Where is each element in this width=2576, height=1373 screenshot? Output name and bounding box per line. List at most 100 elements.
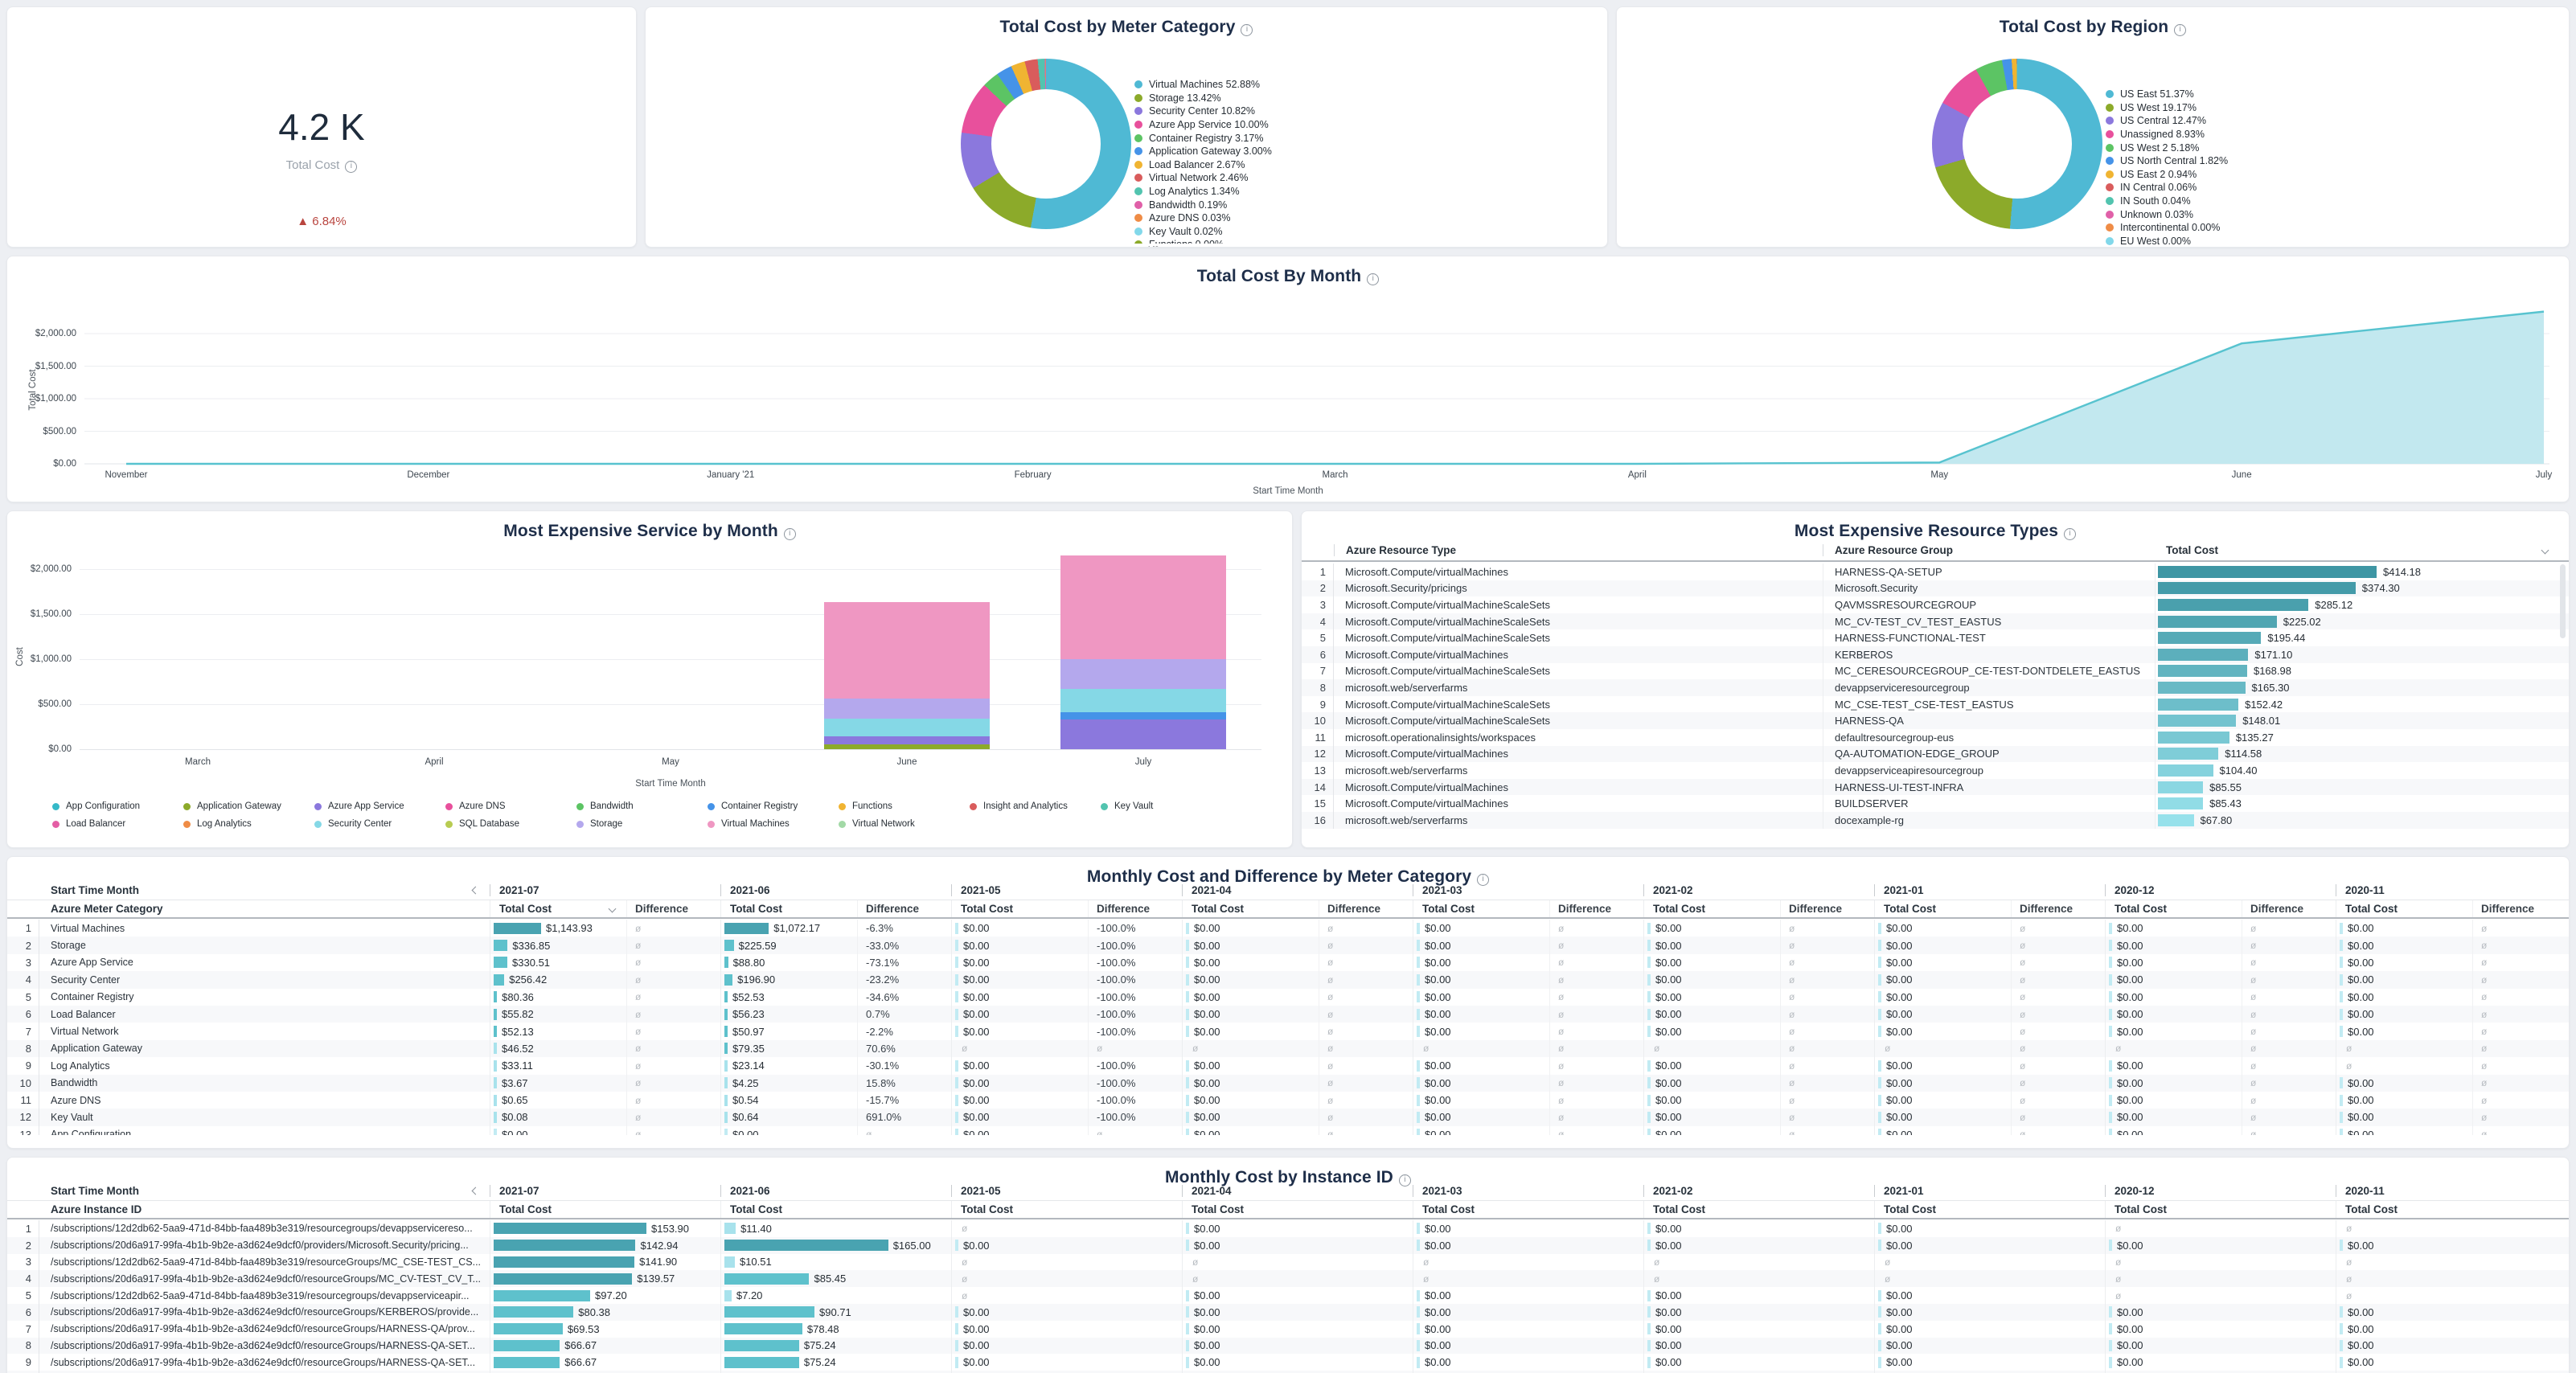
scroll-months-left-icon[interactable] bbox=[472, 1187, 480, 1195]
table-row[interactable]: 3Azure App Service$330.51ø$88.80-73.1%$0… bbox=[7, 954, 2569, 971]
legend-item[interactable]: Functions bbox=[839, 797, 970, 815]
table-row[interactable]: 5Container Registry$80.36ø$52.53-34.6%$0… bbox=[7, 989, 2569, 1006]
total-cost-header[interactable]: Total Cost bbox=[1643, 1201, 1874, 1218]
sort-chevron-icon[interactable] bbox=[609, 905, 617, 913]
legend-item[interactable]: US East 2 0.94% bbox=[2106, 168, 2228, 182]
total-cost-header[interactable]: Total Cost bbox=[1182, 900, 1319, 917]
legend-item[interactable]: Functions 0.00% bbox=[1134, 238, 1272, 244]
total-cost-header[interactable]: Total Cost bbox=[490, 900, 626, 917]
table-row[interactable]: 1Virtual Machines$1,143.93ø$1,072.17-6.3… bbox=[7, 920, 2569, 937]
info-icon[interactable]: i bbox=[345, 161, 357, 173]
table-row[interactable]: 1Microsoft.Compute/virtualMachinesHARNES… bbox=[1302, 564, 2569, 580]
difference-header[interactable]: Difference bbox=[1780, 900, 1874, 917]
table-row[interactable]: 3Microsoft.Compute/virtualMachineScaleSe… bbox=[1302, 596, 2569, 613]
col-azure-resource-group[interactable]: Azure Resource Group bbox=[1823, 544, 2155, 556]
table-row[interactable]: 12Microsoft.Compute/virtualMachinesQA-AU… bbox=[1302, 746, 2569, 763]
month-label[interactable]: 2021-06 bbox=[720, 1185, 770, 1197]
month-label[interactable]: 2021-04 bbox=[1182, 884, 1232, 896]
table-row[interactable]: 2Microsoft.Security/pricingsMicrosoft.Se… bbox=[1302, 580, 2569, 597]
legend-item[interactable]: Key Vault bbox=[1101, 797, 1232, 815]
month-label[interactable]: 2021-03 bbox=[1413, 884, 1462, 896]
info-icon[interactable]: i bbox=[2064, 528, 2076, 540]
total-cost-header[interactable]: Total Cost bbox=[1874, 900, 2011, 917]
legend-item[interactable]: Bandwidth bbox=[576, 797, 708, 815]
table-row[interactable]: 6Load Balancer$55.82ø$56.230.7%$0.00-100… bbox=[7, 1006, 2569, 1023]
total-cost-header[interactable]: Total Cost bbox=[2105, 900, 2242, 917]
legend-item[interactable]: Log Analytics 1.34% bbox=[1134, 185, 1272, 199]
total-cost-header[interactable]: Total Cost bbox=[490, 1201, 720, 1218]
legend-item[interactable]: App Configuration bbox=[52, 797, 183, 815]
month-label[interactable]: 2021-05 bbox=[951, 1185, 1001, 1197]
legend-item[interactable]: Security Center 10.82% bbox=[1134, 105, 1272, 118]
table-row[interactable]: 11Azure DNS$0.65ø$0.54-15.7%$0.00-100.0%… bbox=[7, 1092, 2569, 1109]
month-label[interactable]: 2020-11 bbox=[2336, 1185, 2385, 1197]
table-row[interactable]: 12Key Vault$0.08ø$0.64691.0%$0.00-100.0%… bbox=[7, 1109, 2569, 1125]
table-row[interactable]: 1/subscriptions/12d2db62-5aa9-471d-84bb-… bbox=[7, 1220, 2569, 1237]
legend-item[interactable]: US North Central 1.82% bbox=[2106, 154, 2228, 168]
total-cost-header[interactable]: Total Cost bbox=[1413, 900, 1549, 917]
total-cost-header[interactable]: Total Cost bbox=[720, 900, 857, 917]
table-row[interactable]: 7/subscriptions/20d6a917-99fa-4b1b-9b2e-… bbox=[7, 1321, 2569, 1338]
month-label[interactable]: 2021-07 bbox=[490, 884, 539, 896]
total-cost-header[interactable]: Total Cost bbox=[1874, 1201, 2105, 1218]
legend-item[interactable]: Intercontinental 0.00% bbox=[2106, 221, 2228, 235]
table-row[interactable]: 2Storage$336.85ø$225.59-33.0%$0.00-100.0… bbox=[7, 937, 2569, 953]
legend-item[interactable]: IN Central 0.06% bbox=[2106, 181, 2228, 195]
month-label[interactable]: 2021-04 bbox=[1182, 1185, 1232, 1197]
legend-item[interactable]: US Central 12.47% bbox=[2106, 114, 2228, 128]
table-row[interactable]: 15Microsoft.Compute/virtualMachinesBUILD… bbox=[1302, 795, 2569, 812]
table-row[interactable]: 13App Configuration$0.00ø$0.00ø$0.00ø$0.… bbox=[7, 1126, 2569, 1135]
total-cost-header[interactable]: Total Cost bbox=[1413, 1201, 1643, 1218]
month-label[interactable]: 2020-12 bbox=[2105, 884, 2155, 896]
month-label[interactable]: 2021-06 bbox=[720, 884, 770, 896]
legend-item[interactable]: Azure App Service 10.00% bbox=[1134, 118, 1272, 132]
legend-item[interactable]: US West 19.17% bbox=[2106, 101, 2228, 115]
legend-item[interactable]: IN South 0.04% bbox=[2106, 195, 2228, 208]
table-row[interactable]: 10Microsoft.Compute/virtualMachineScaleS… bbox=[1302, 712, 2569, 729]
month-label[interactable]: 2021-02 bbox=[1643, 1185, 1693, 1197]
table-row[interactable]: 3/subscriptions/12d2db62-5aa9-471d-84bb-… bbox=[7, 1254, 2569, 1271]
legend-item[interactable]: Container Registry bbox=[708, 797, 839, 815]
difference-header[interactable]: Difference bbox=[1319, 900, 1413, 917]
month-label[interactable]: 2020-12 bbox=[2105, 1185, 2155, 1197]
total-cost-header[interactable]: Total Cost bbox=[1643, 900, 1780, 917]
legend-item[interactable]: Load Balancer bbox=[52, 815, 183, 833]
legend-item[interactable]: Load Balancer 2.67% bbox=[1134, 158, 1272, 172]
legend-item[interactable]: Azure DNS 0.03% bbox=[1134, 211, 1272, 225]
legend-item[interactable]: SQL Database bbox=[445, 815, 576, 833]
table-row[interactable]: 9Log Analytics$33.11ø$23.14-30.1%$0.00-1… bbox=[7, 1057, 2569, 1074]
table-row[interactable]: 4/subscriptions/20d6a917-99fa-4b1b-9b2e-… bbox=[7, 1270, 2569, 1287]
table-row[interactable]: 7Microsoft.Compute/virtualMachineScaleSe… bbox=[1302, 663, 2569, 680]
legend-item[interactable]: Container Registry 3.17% bbox=[1134, 131, 1272, 145]
table-row[interactable]: 4Microsoft.Compute/virtualMachineScaleSe… bbox=[1302, 613, 2569, 630]
total-cost-header[interactable]: Total Cost bbox=[951, 1201, 1182, 1218]
month-label[interactable]: 2021-07 bbox=[490, 1185, 539, 1197]
table-row[interactable]: 6/subscriptions/20d6a917-99fa-4b1b-9b2e-… bbox=[7, 1304, 2569, 1321]
legend-item[interactable]: EU West 0.00% bbox=[2106, 235, 2228, 248]
legend-item[interactable]: Unassigned 8.93% bbox=[2106, 128, 2228, 141]
info-icon[interactable]: i bbox=[2174, 24, 2186, 36]
col-total-cost[interactable]: Total Cost bbox=[2155, 544, 2569, 556]
month-label[interactable]: 2020-11 bbox=[2336, 884, 2385, 896]
meter-category-donut[interactable] bbox=[961, 59, 1131, 229]
stacked-bar[interactable] bbox=[824, 602, 990, 749]
table-row[interactable]: 11microsoft.operationalinsights/workspac… bbox=[1302, 729, 2569, 746]
legend-item[interactable]: Virtual Machines bbox=[708, 815, 839, 833]
month-label[interactable]: 2021-03 bbox=[1413, 1185, 1462, 1197]
legend-item[interactable]: Unknown 0.03% bbox=[2106, 207, 2228, 221]
table-row[interactable]: 5/subscriptions/12d2db62-5aa9-471d-84bb-… bbox=[7, 1287, 2569, 1304]
difference-header[interactable]: Difference bbox=[626, 900, 720, 917]
month-label[interactable]: 2021-02 bbox=[1643, 884, 1693, 896]
legend-item[interactable]: Storage bbox=[576, 815, 708, 833]
table-row[interactable]: 9Microsoft.Compute/virtualMachineScaleSe… bbox=[1302, 696, 2569, 713]
total-cost-header[interactable]: Total Cost bbox=[2336, 1201, 2566, 1218]
table-row[interactable]: 2/subscriptions/20d6a917-99fa-4b1b-9b2e-… bbox=[7, 1237, 2569, 1254]
difference-header[interactable]: Difference bbox=[2011, 900, 2105, 917]
info-icon[interactable]: i bbox=[1367, 273, 1379, 285]
difference-header[interactable]: Difference bbox=[1088, 900, 1182, 917]
scroll-months-left-icon[interactable] bbox=[472, 887, 480, 895]
table-row[interactable]: 10Bandwidth$3.67ø$4.2515.8%$0.00-100.0%$… bbox=[7, 1075, 2569, 1092]
legend-item[interactable]: US East 51.37% bbox=[2106, 88, 2228, 101]
legend-item[interactable]: Application Gateway 3.00% bbox=[1134, 145, 1272, 158]
table-row[interactable]: 5Microsoft.Compute/virtualMachineScaleSe… bbox=[1302, 629, 2569, 646]
